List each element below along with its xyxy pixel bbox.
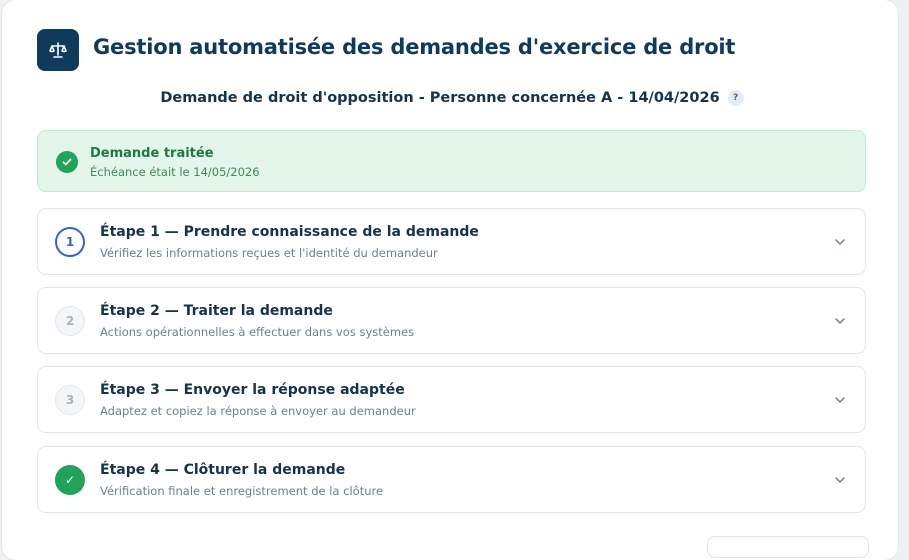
chevron-down-icon[interactable]	[833, 314, 847, 328]
footer-button-partial[interactable]	[707, 536, 869, 558]
step-description: Actions opérationnelles à effectuer dans…	[100, 325, 415, 339]
step-title: Étape 1 — Prendre connaissance de la dem…	[100, 224, 479, 240]
step-2-accordion[interactable]: 2 Étape 2 — Traiter la demande Actions o…	[37, 287, 866, 354]
step-number-badge: 3	[55, 385, 85, 415]
check-circle-icon	[56, 151, 78, 173]
main-card: Gestion automatisée des demandes d'exerc…	[2, 0, 898, 560]
step-3-accordion[interactable]: 3 Étape 3 — Envoyer la réponse adaptée A…	[37, 366, 866, 433]
step-complete-check-icon: ✓	[55, 465, 85, 495]
step-title: Étape 2 — Traiter la demande	[100, 303, 333, 319]
step-title: Étape 4 — Clôturer la demande	[100, 462, 346, 478]
status-deadline: Échéance était le 14/05/2026	[90, 165, 260, 179]
chevron-down-icon[interactable]	[833, 235, 847, 249]
step-title: Étape 3 — Envoyer la réponse adaptée	[100, 382, 405, 398]
chevron-down-icon[interactable]	[833, 393, 847, 407]
step-1-accordion[interactable]: 1 Étape 1 — Prendre connaissance de la d…	[37, 208, 866, 275]
step-4-accordion[interactable]: ✓ Étape 4 — Clôturer la demande Vérifica…	[37, 446, 866, 513]
step-description: Adaptez et copiez la réponse à envoyer a…	[100, 404, 416, 418]
step-description: Vérifiez les informations reçues et l'id…	[100, 246, 438, 260]
status-banner: Demande traitée Échéance était le 14/05/…	[37, 130, 866, 192]
page-title: Gestion automatisée des demandes d'exerc…	[93, 35, 736, 59]
step-number-badge: 1	[55, 227, 85, 257]
step-description: Vérification finale et enregistrement de…	[100, 484, 384, 498]
request-subtitle: Demande de droit d'opposition - Personne…	[160, 90, 720, 106]
step-number-badge: 2	[55, 306, 85, 336]
request-header: Demande de droit d'opposition - Personne…	[2, 90, 902, 106]
chevron-down-icon[interactable]	[833, 473, 847, 487]
app-logo	[37, 29, 79, 71]
balance-scale-icon	[49, 42, 67, 58]
status-title: Demande traitée	[90, 146, 214, 161]
help-icon[interactable]: ?	[727, 90, 744, 106]
